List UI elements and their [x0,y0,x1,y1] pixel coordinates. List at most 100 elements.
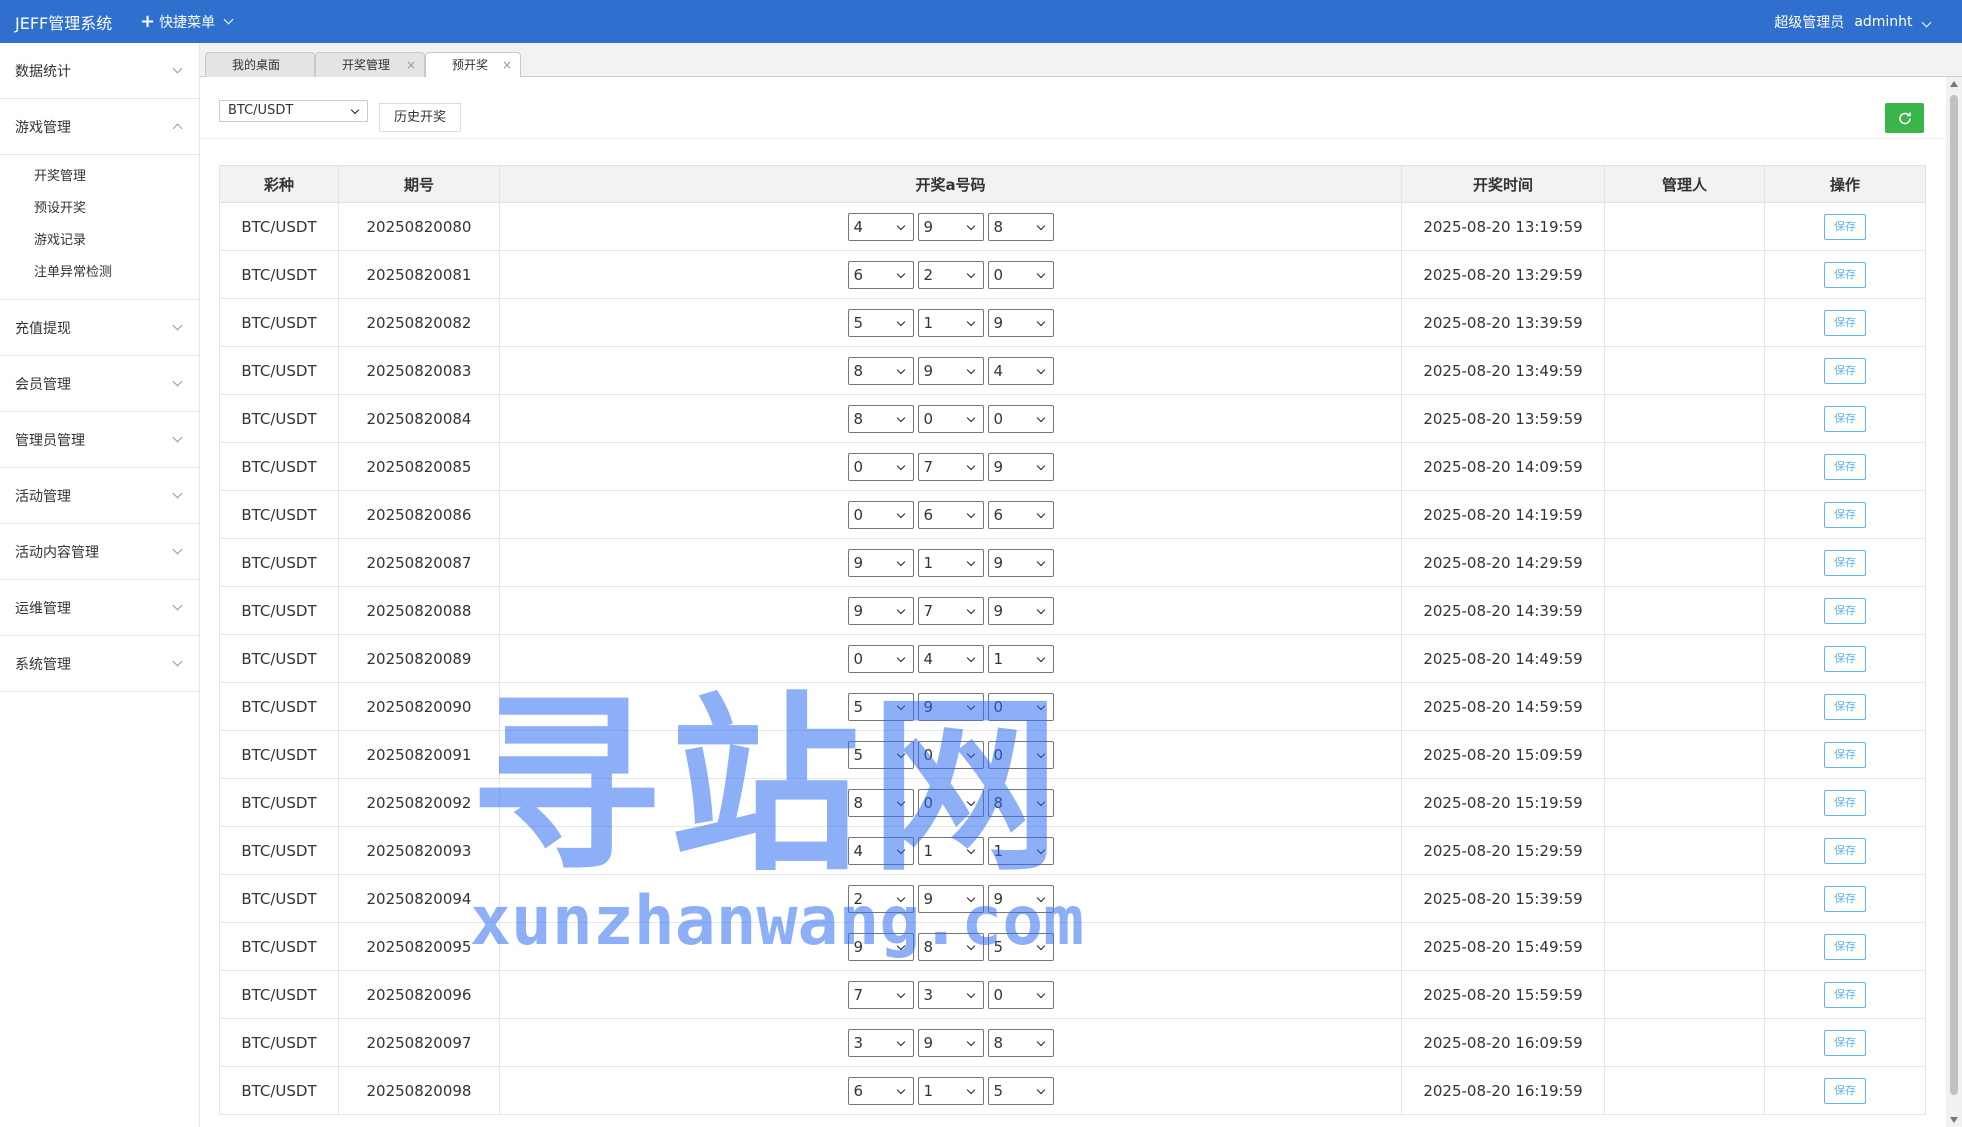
tab-draw-management[interactable]: 开奖管理 × [315,52,425,77]
sidebar-item-stats[interactable]: 数据统计 [0,43,199,99]
number-select-2[interactable]: 0 [917,404,984,433]
scroll-down-icon[interactable] [1950,1117,1958,1123]
number-select-2[interactable]: 4 [917,644,984,673]
number-select-1[interactable]: 5 [847,692,914,721]
refresh-button[interactable] [1885,103,1924,133]
number-select-3[interactable]: 9 [987,596,1054,625]
save-button[interactable]: 保存 [1824,1077,1866,1104]
number-select-3[interactable]: 0 [987,692,1054,721]
sidebar-item-activity-content[interactable]: 活动内容管理 [0,524,199,580]
sidebar-item-activities[interactable]: 活动管理 [0,468,199,524]
number-select-3[interactable]: 9 [987,308,1054,337]
save-button[interactable]: 保存 [1824,885,1866,912]
number-select-3[interactable]: 0 [987,740,1054,769]
sidebar-item-admins[interactable]: 管理员管理 [0,412,199,468]
save-button[interactable]: 保存 [1824,1029,1866,1056]
tab-my-desktop[interactable]: 我的桌面 [205,52,315,77]
number-select-3[interactable]: 0 [987,260,1054,289]
number-select-2[interactable]: 0 [917,788,984,817]
tab-pre-draw[interactable]: 预开奖 × [425,52,521,78]
number-select-2[interactable]: 8 [917,932,984,961]
number-select-2[interactable]: 1 [917,836,984,865]
save-button[interactable]: 保存 [1824,549,1866,576]
submenu-item-preset-draw[interactable]: 预设开奖 [0,193,199,225]
number-select-1[interactable]: 9 [847,548,914,577]
number-select-1[interactable]: 0 [847,644,914,673]
number-select-3[interactable]: 1 [987,836,1054,865]
number-select-2[interactable]: 9 [917,884,984,913]
number-select-3[interactable]: 1 [987,644,1054,673]
quick-menu-button[interactable]: + 快捷菜单 [140,12,234,32]
number-select-2[interactable]: 9 [917,692,984,721]
number-select-3[interactable]: 4 [987,356,1054,385]
save-button[interactable]: 保存 [1824,645,1866,672]
save-button[interactable]: 保存 [1824,789,1866,816]
number-select-1[interactable]: 4 [847,212,914,241]
sidebar-item-ops[interactable]: 运维管理 [0,580,199,636]
number-select-2[interactable]: 6 [917,500,984,529]
number-select-1[interactable]: 5 [847,740,914,769]
number-select-1[interactable]: 2 [847,884,914,913]
number-select-2[interactable]: 3 [917,980,984,1009]
number-select-2[interactable]: 7 [917,452,984,481]
number-select-2[interactable]: 9 [917,212,984,241]
sidebar-item-members[interactable]: 会员管理 [0,356,199,412]
save-button[interactable]: 保存 [1824,981,1866,1008]
number-select-3[interactable]: 5 [987,1076,1054,1105]
number-select-3[interactable]: 9 [987,884,1054,913]
close-icon[interactable]: × [502,53,512,77]
save-button[interactable]: 保存 [1824,405,1866,432]
number-select-3[interactable]: 8 [987,212,1054,241]
history-draw-button[interactable]: 历史开奖 [379,103,461,132]
number-select-3[interactable]: 0 [987,980,1054,1009]
number-select-1[interactable]: 8 [847,356,914,385]
number-select-3[interactable]: 0 [987,404,1054,433]
scroll-thumb[interactable] [1950,95,1958,1095]
lottery-select[interactable]: BTC/USDT [219,100,368,122]
number-select-1[interactable]: 9 [847,932,914,961]
save-button[interactable]: 保存 [1824,501,1866,528]
number-select-2[interactable]: 1 [917,1076,984,1105]
number-select-3[interactable]: 8 [987,788,1054,817]
save-button[interactable]: 保存 [1824,933,1866,960]
number-select-1[interactable]: 3 [847,1028,914,1057]
save-button[interactable]: 保存 [1824,741,1866,768]
sidebar-item-system[interactable]: 系统管理 [0,636,199,692]
number-select-1[interactable]: 0 [847,500,914,529]
number-select-1[interactable]: 6 [847,260,914,289]
number-select-2[interactable]: 9 [917,356,984,385]
save-button[interactable]: 保存 [1824,213,1866,240]
save-button[interactable]: 保存 [1824,309,1866,336]
save-button[interactable]: 保存 [1824,693,1866,720]
number-select-3[interactable]: 5 [987,932,1054,961]
close-icon[interactable]: × [406,53,416,77]
save-button[interactable]: 保存 [1824,597,1866,624]
number-select-2[interactable]: 0 [917,740,984,769]
vertical-scrollbar[interactable] [1946,77,1962,1127]
save-button[interactable]: 保存 [1824,837,1866,864]
sidebar-item-game-management[interactable]: 游戏管理 [0,99,199,155]
submenu-item-bet-anomaly[interactable]: 注单异常检测 [0,257,199,289]
number-select-1[interactable]: 8 [847,788,914,817]
number-select-2[interactable]: 7 [917,596,984,625]
number-select-1[interactable]: 7 [847,980,914,1009]
submenu-item-draw-management[interactable]: 开奖管理 [0,161,199,193]
number-select-1[interactable]: 4 [847,836,914,865]
submenu-item-game-records[interactable]: 游戏记录 [0,225,199,257]
sidebar-item-recharge[interactable]: 充值提现 [0,300,199,356]
number-select-3[interactable]: 8 [987,1028,1054,1057]
number-select-1[interactable]: 5 [847,308,914,337]
number-select-2[interactable]: 2 [917,260,984,289]
save-button[interactable]: 保存 [1824,261,1866,288]
number-select-2[interactable]: 1 [917,548,984,577]
scroll-up-icon[interactable] [1950,81,1958,87]
number-select-3[interactable]: 9 [987,548,1054,577]
save-button[interactable]: 保存 [1824,453,1866,480]
number-select-1[interactable]: 6 [847,1076,914,1105]
user-menu[interactable]: adminht [1854,14,1932,30]
number-select-3[interactable]: 6 [987,500,1054,529]
number-select-3[interactable]: 9 [987,452,1054,481]
save-button[interactable]: 保存 [1824,357,1866,384]
number-select-2[interactable]: 1 [917,308,984,337]
number-select-1[interactable]: 0 [847,452,914,481]
